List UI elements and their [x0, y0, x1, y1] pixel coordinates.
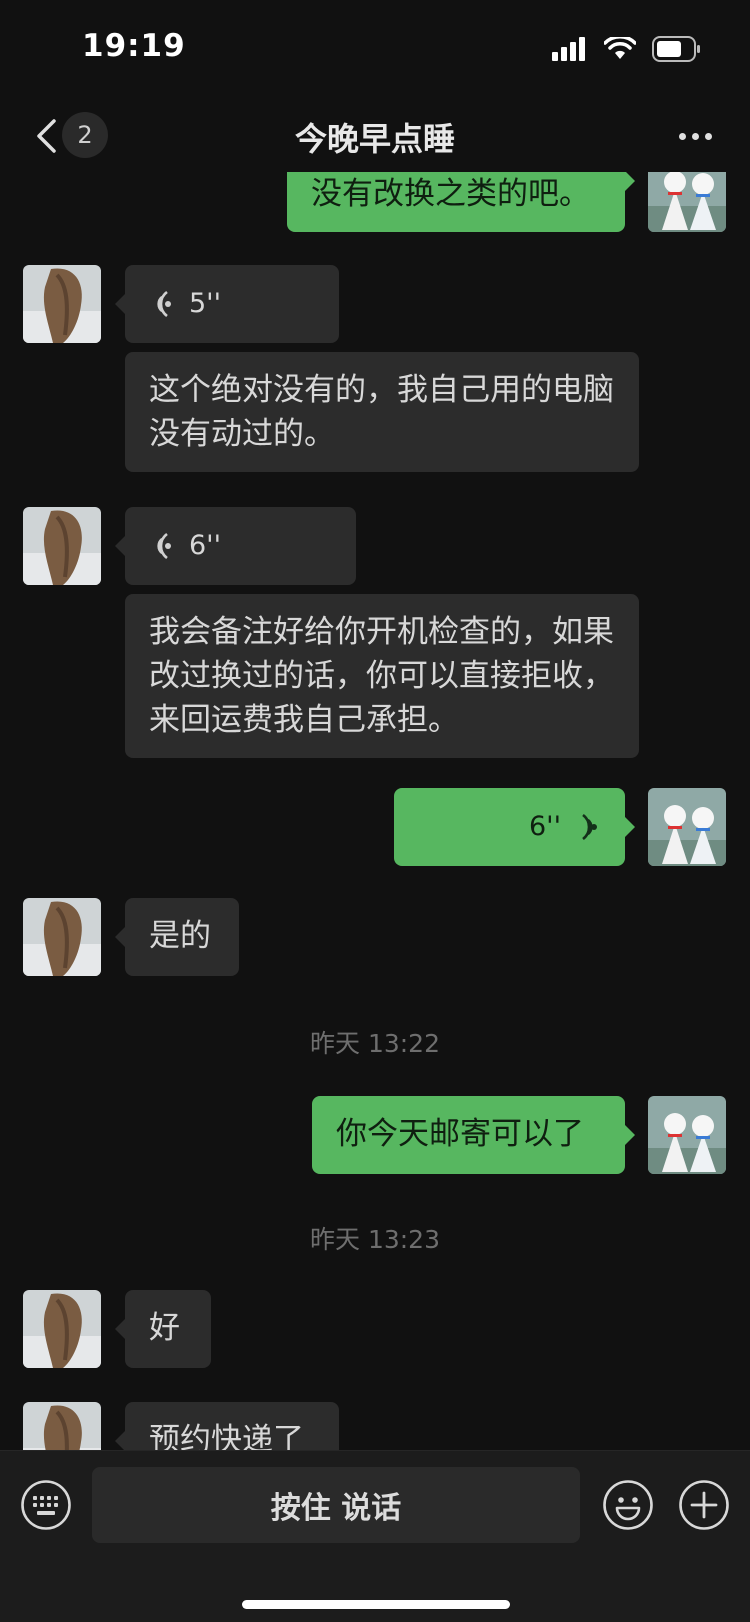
more-button[interactable]: [670, 118, 720, 154]
home-indicator[interactable]: [242, 1600, 510, 1609]
message-text: 好: [149, 1310, 180, 1346]
my-avatar[interactable]: [648, 1096, 726, 1174]
plus-icon: [679, 1480, 729, 1530]
keyboard-toggle-button[interactable]: [20, 1479, 72, 1531]
contact-avatar[interactable]: [23, 1290, 101, 1368]
more-icon: [678, 132, 686, 140]
contact-avatar-image: [23, 1402, 101, 1450]
voice-content: 6'': [394, 788, 625, 866]
message-bubble-incoming[interactable]: 我会备注好给你开机检查的，如果改过换过的话，你可以直接拒收，来回运费我自己承担。: [125, 594, 639, 758]
message-text: 这个绝对没有的，我自己用的电脑没有动过的。: [149, 372, 614, 452]
more-icon-dot: [704, 132, 712, 140]
voice-message-incoming[interactable]: 6'': [115, 507, 356, 585]
voice-content: 5'': [125, 265, 339, 343]
hold-to-talk-button[interactable]: 按住 说话: [92, 1467, 580, 1543]
voice-duration: 5'': [189, 288, 222, 319]
voice-duration: 6'': [528, 811, 561, 842]
contact-avatar-image: [23, 898, 101, 976]
sunny-doll-avatar-image: [648, 788, 726, 866]
input-bar: 按住 说话: [0, 1450, 750, 1622]
emoji-icon: [603, 1480, 653, 1530]
my-avatar[interactable]: [648, 172, 726, 232]
cellular-signal-icon: [552, 37, 585, 61]
more-icon-dot: [691, 132, 699, 140]
message-text: 没有改换之类的吧。: [311, 176, 590, 212]
message-bubble-incoming[interactable]: 好: [115, 1290, 211, 1368]
timestamp: 昨天 13:23: [310, 1225, 440, 1254]
my-avatar[interactable]: [648, 788, 726, 866]
status-bar: 19:19: [0, 0, 750, 100]
contact-avatar[interactable]: [23, 507, 101, 585]
contact-avatar[interactable]: [23, 1402, 101, 1450]
wifi-icon: [604, 37, 636, 59]
voice-content: 6'': [125, 507, 356, 585]
contact-avatar[interactable]: [23, 898, 101, 976]
message-bubble-incoming[interactable]: 是的: [115, 898, 239, 976]
voice-message-incoming[interactable]: 5'': [115, 265, 339, 343]
status-time: 19:19: [82, 28, 186, 64]
nav-bar: 2 今晚早点睡: [0, 100, 750, 172]
voice-wave-icon: [157, 532, 171, 560]
message-text: 是的: [149, 918, 211, 954]
contact-avatar[interactable]: [23, 265, 101, 343]
message-text: 我会备注好给你开机检查的，如果改过换过的话，你可以直接拒收，来回运费我自己承担。: [149, 614, 614, 738]
status-icons: [552, 36, 702, 62]
contact-avatar-image: [23, 1290, 101, 1368]
message-bubble-outgoing[interactable]: 你今天邮寄可以了: [312, 1096, 635, 1174]
keyboard-icon: [21, 1480, 71, 1530]
chat-messages[interactable]: 没有改换之类的吧。 5'' 这个绝对没有的，我自己用的电脑没有动过的。 6'' …: [0, 172, 750, 1450]
voice-wave-icon: [157, 290, 171, 318]
voice-message-outgoing[interactable]: 6'': [394, 788, 635, 866]
message-bubble-incoming[interactable]: 这个绝对没有的，我自己用的电脑没有动过的。: [125, 352, 639, 472]
sunny-doll-avatar-image: [648, 1096, 726, 1174]
contact-avatar-image: [23, 507, 101, 585]
more-functions-button[interactable]: [678, 1479, 730, 1531]
emoji-button[interactable]: [602, 1479, 654, 1531]
message-text: 你今天邮寄可以了: [336, 1116, 584, 1152]
voice-duration: 6'': [189, 530, 222, 561]
contact-avatar-image: [23, 265, 101, 343]
chat-title: 今晚早点睡: [294, 120, 455, 158]
message-bubble-outgoing[interactable]: 没有改换之类的吧。: [287, 172, 635, 232]
message-bubble-incoming[interactable]: 预约快递了: [115, 1402, 339, 1450]
message-text: 预约快递了: [149, 1422, 304, 1450]
voice-wave-icon: [582, 813, 597, 841]
battery-icon: [652, 36, 700, 62]
timestamp: 昨天 13:22: [310, 1029, 440, 1058]
sunny-doll-avatar-image: [648, 172, 726, 232]
